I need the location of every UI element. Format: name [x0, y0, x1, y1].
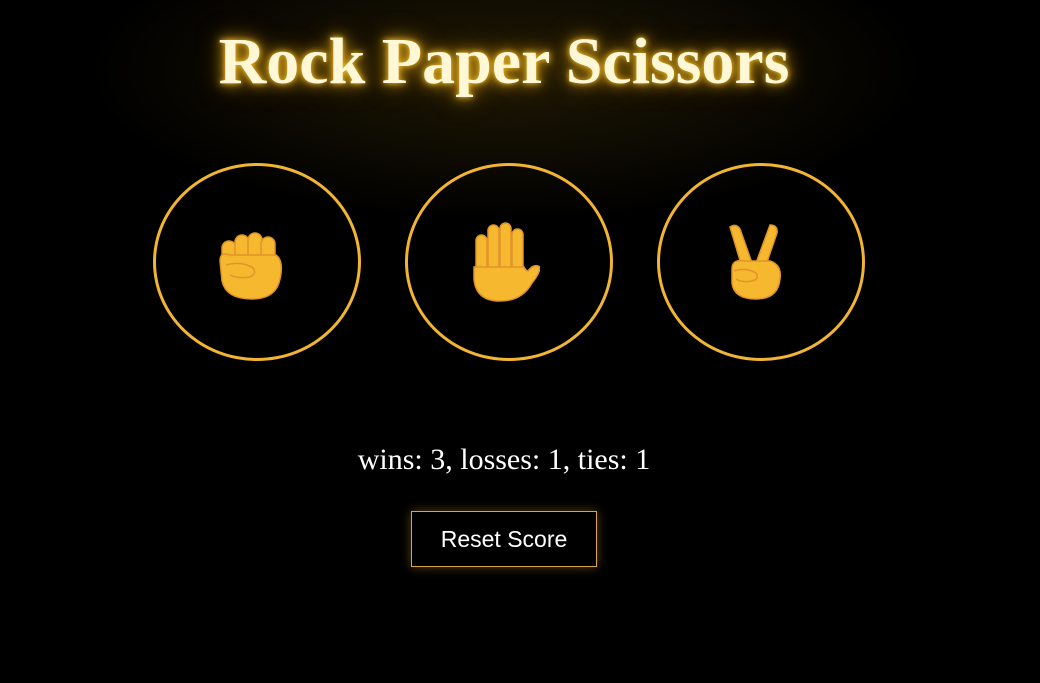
- page-title: Rock Paper Scissors: [218, 25, 790, 98]
- rock-button[interactable]: [153, 163, 361, 361]
- scissors-button[interactable]: [657, 163, 865, 361]
- victory-hand-icon: [729, 224, 782, 300]
- raised-hand-icon: [473, 222, 540, 302]
- paper-button[interactable]: [405, 163, 613, 361]
- score-display: wins: 3, losses: 1, ties: 1: [357, 443, 651, 476]
- raised-fist-icon: [219, 232, 283, 300]
- reset-score-button[interactable]: Reset Score: [411, 511, 597, 567]
